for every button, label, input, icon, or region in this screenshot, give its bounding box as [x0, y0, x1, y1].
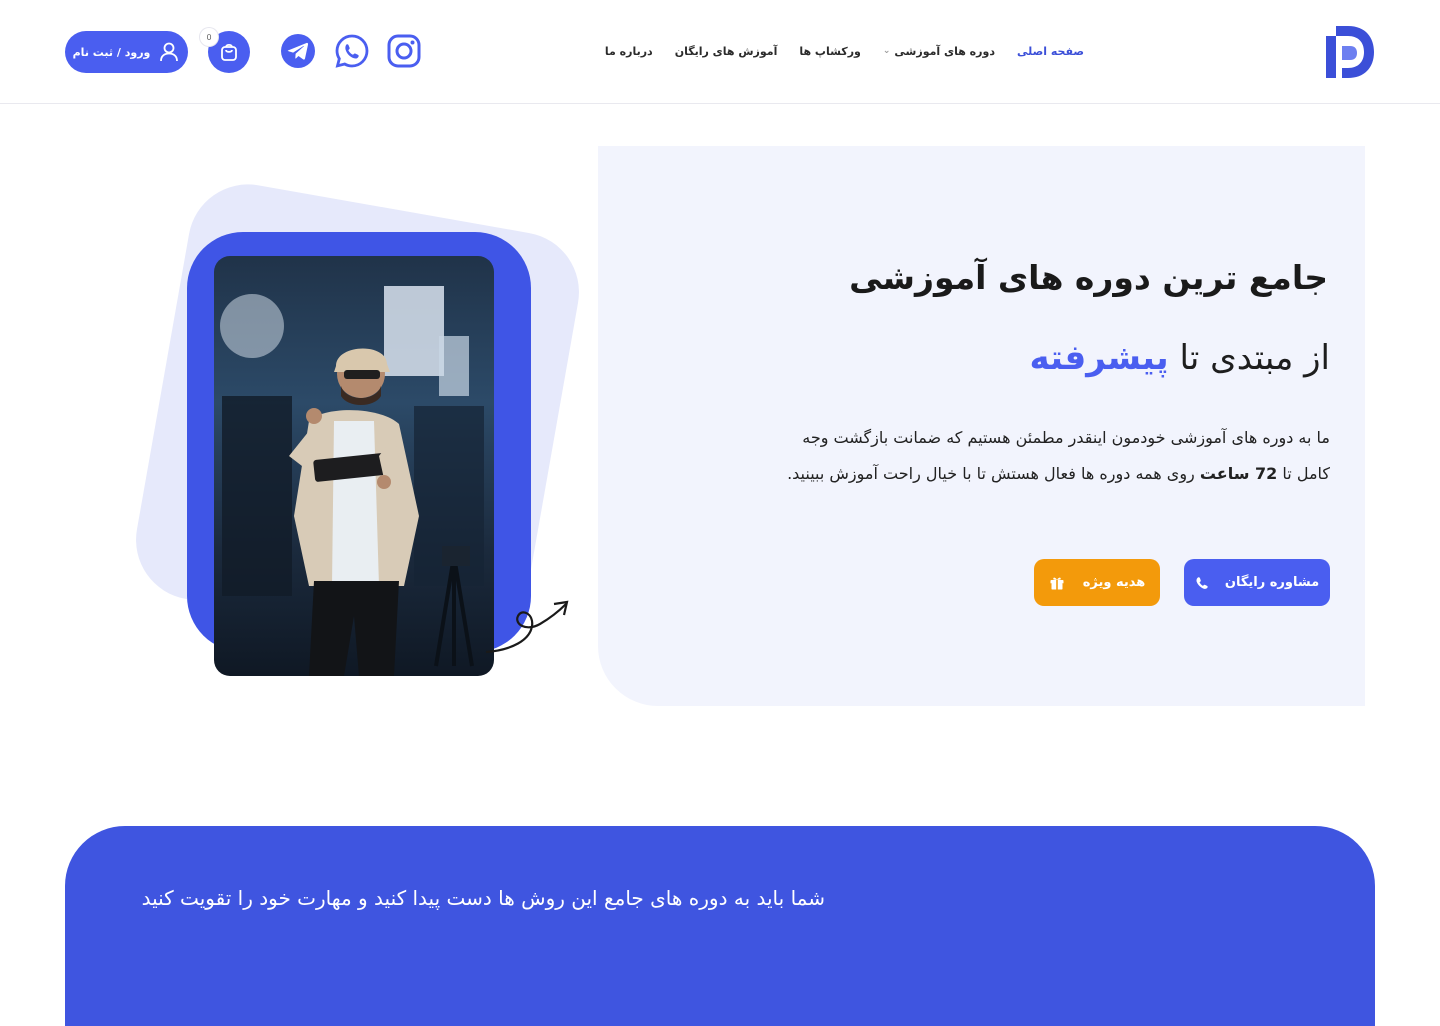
telegram-icon — [281, 34, 315, 68]
instructor-photo-illustration — [220, 286, 484, 676]
hero-desc-bold: 72 ساعت — [1199, 464, 1278, 483]
nav-item-label: ورکشاپ ها — [799, 44, 861, 58]
hero-title: جامع ترین دوره های آموزشی — [849, 258, 1328, 297]
hero-photo — [214, 256, 494, 676]
nav-item-label: دوره های آموزشی — [894, 44, 995, 58]
site-logo[interactable] — [1322, 22, 1376, 80]
nav-item-courses[interactable]: دوره های آموزشی ⌄ — [883, 45, 995, 58]
nav-item-free-tutorials[interactable]: آموزش های رایگان — [675, 45, 778, 58]
hero-description-line1: ما به دوره های آموزشی خودمون اینقدر مطمئ… — [802, 428, 1330, 447]
main-nav: صفحه اصلی دوره های آموزشی ⌄ ورکشاپ ها آم… — [605, 41, 1084, 61]
nav-item-label: آموزش های رایگان — [674, 44, 778, 58]
nav-item-workshops[interactable]: ورکشاپ ها — [799, 45, 861, 58]
phone-icon — [1196, 576, 1208, 589]
hero-desc-part-b: روی همه دوره ها فعال هستش تا با خیال راح… — [787, 464, 1195, 483]
hero-subtitle: از مبتدی تا پیشرفته — [1030, 338, 1330, 378]
special-gift-button[interactable]: هدیه ویژه — [1034, 559, 1160, 606]
whatsapp-link[interactable] — [332, 31, 372, 71]
hero-subtitle-accent: پیشرفته — [1029, 338, 1169, 378]
hero-description: ما به دوره های آموزشی خودمون اینقدر مطمئ… — [690, 420, 1330, 492]
hero-desc-part-a: کامل تا — [1282, 464, 1330, 483]
free-consult-button[interactable]: مشاوره رایگان — [1184, 559, 1330, 606]
decorative-arrow-icon — [485, 600, 569, 654]
user-icon — [160, 42, 179, 62]
instagram-icon — [387, 34, 421, 68]
site-header: صفحه اصلی دوره های آموزشی ⌄ ورکشاپ ها آم… — [0, 0, 1440, 104]
telegram-link[interactable] — [278, 31, 318, 71]
promo-banner-text: شما باید به دوره های جامع این روش ها دست… — [141, 886, 825, 910]
nav-item-label: صفحه اصلی — [1017, 44, 1084, 58]
whatsapp-icon — [335, 34, 369, 68]
hero-description-line2: کامل تا 72 ساعت روی همه دوره ها فعال هست… — [690, 456, 1330, 492]
chevron-down-icon: ⌄ — [882, 46, 891, 56]
shopping-bag-icon — [221, 44, 237, 61]
special-gift-label: هدیه ویژه — [1082, 575, 1146, 590]
hero-subtitle-prefix: از مبتدی تا — [1179, 338, 1331, 378]
instagram-link[interactable] — [384, 31, 424, 71]
nav-item-home[interactable]: صفحه اصلی — [1017, 45, 1084, 58]
nav-item-about[interactable]: درباره ما — [605, 45, 653, 58]
promo-banner: شما باید به دوره های جامع این روش ها دست… — [65, 826, 1375, 1026]
logo-mark-icon — [1326, 26, 1374, 78]
login-register-button[interactable]: ورود / ثبت نام — [65, 31, 188, 73]
nav-item-label: درباره ما — [604, 44, 653, 58]
cart-count-badge: 0 — [200, 28, 218, 46]
free-consult-label: مشاوره رایگان — [1224, 575, 1320, 590]
login-register-label: ورود / ثبت نام — [72, 45, 151, 59]
gift-icon — [1050, 577, 1064, 589]
